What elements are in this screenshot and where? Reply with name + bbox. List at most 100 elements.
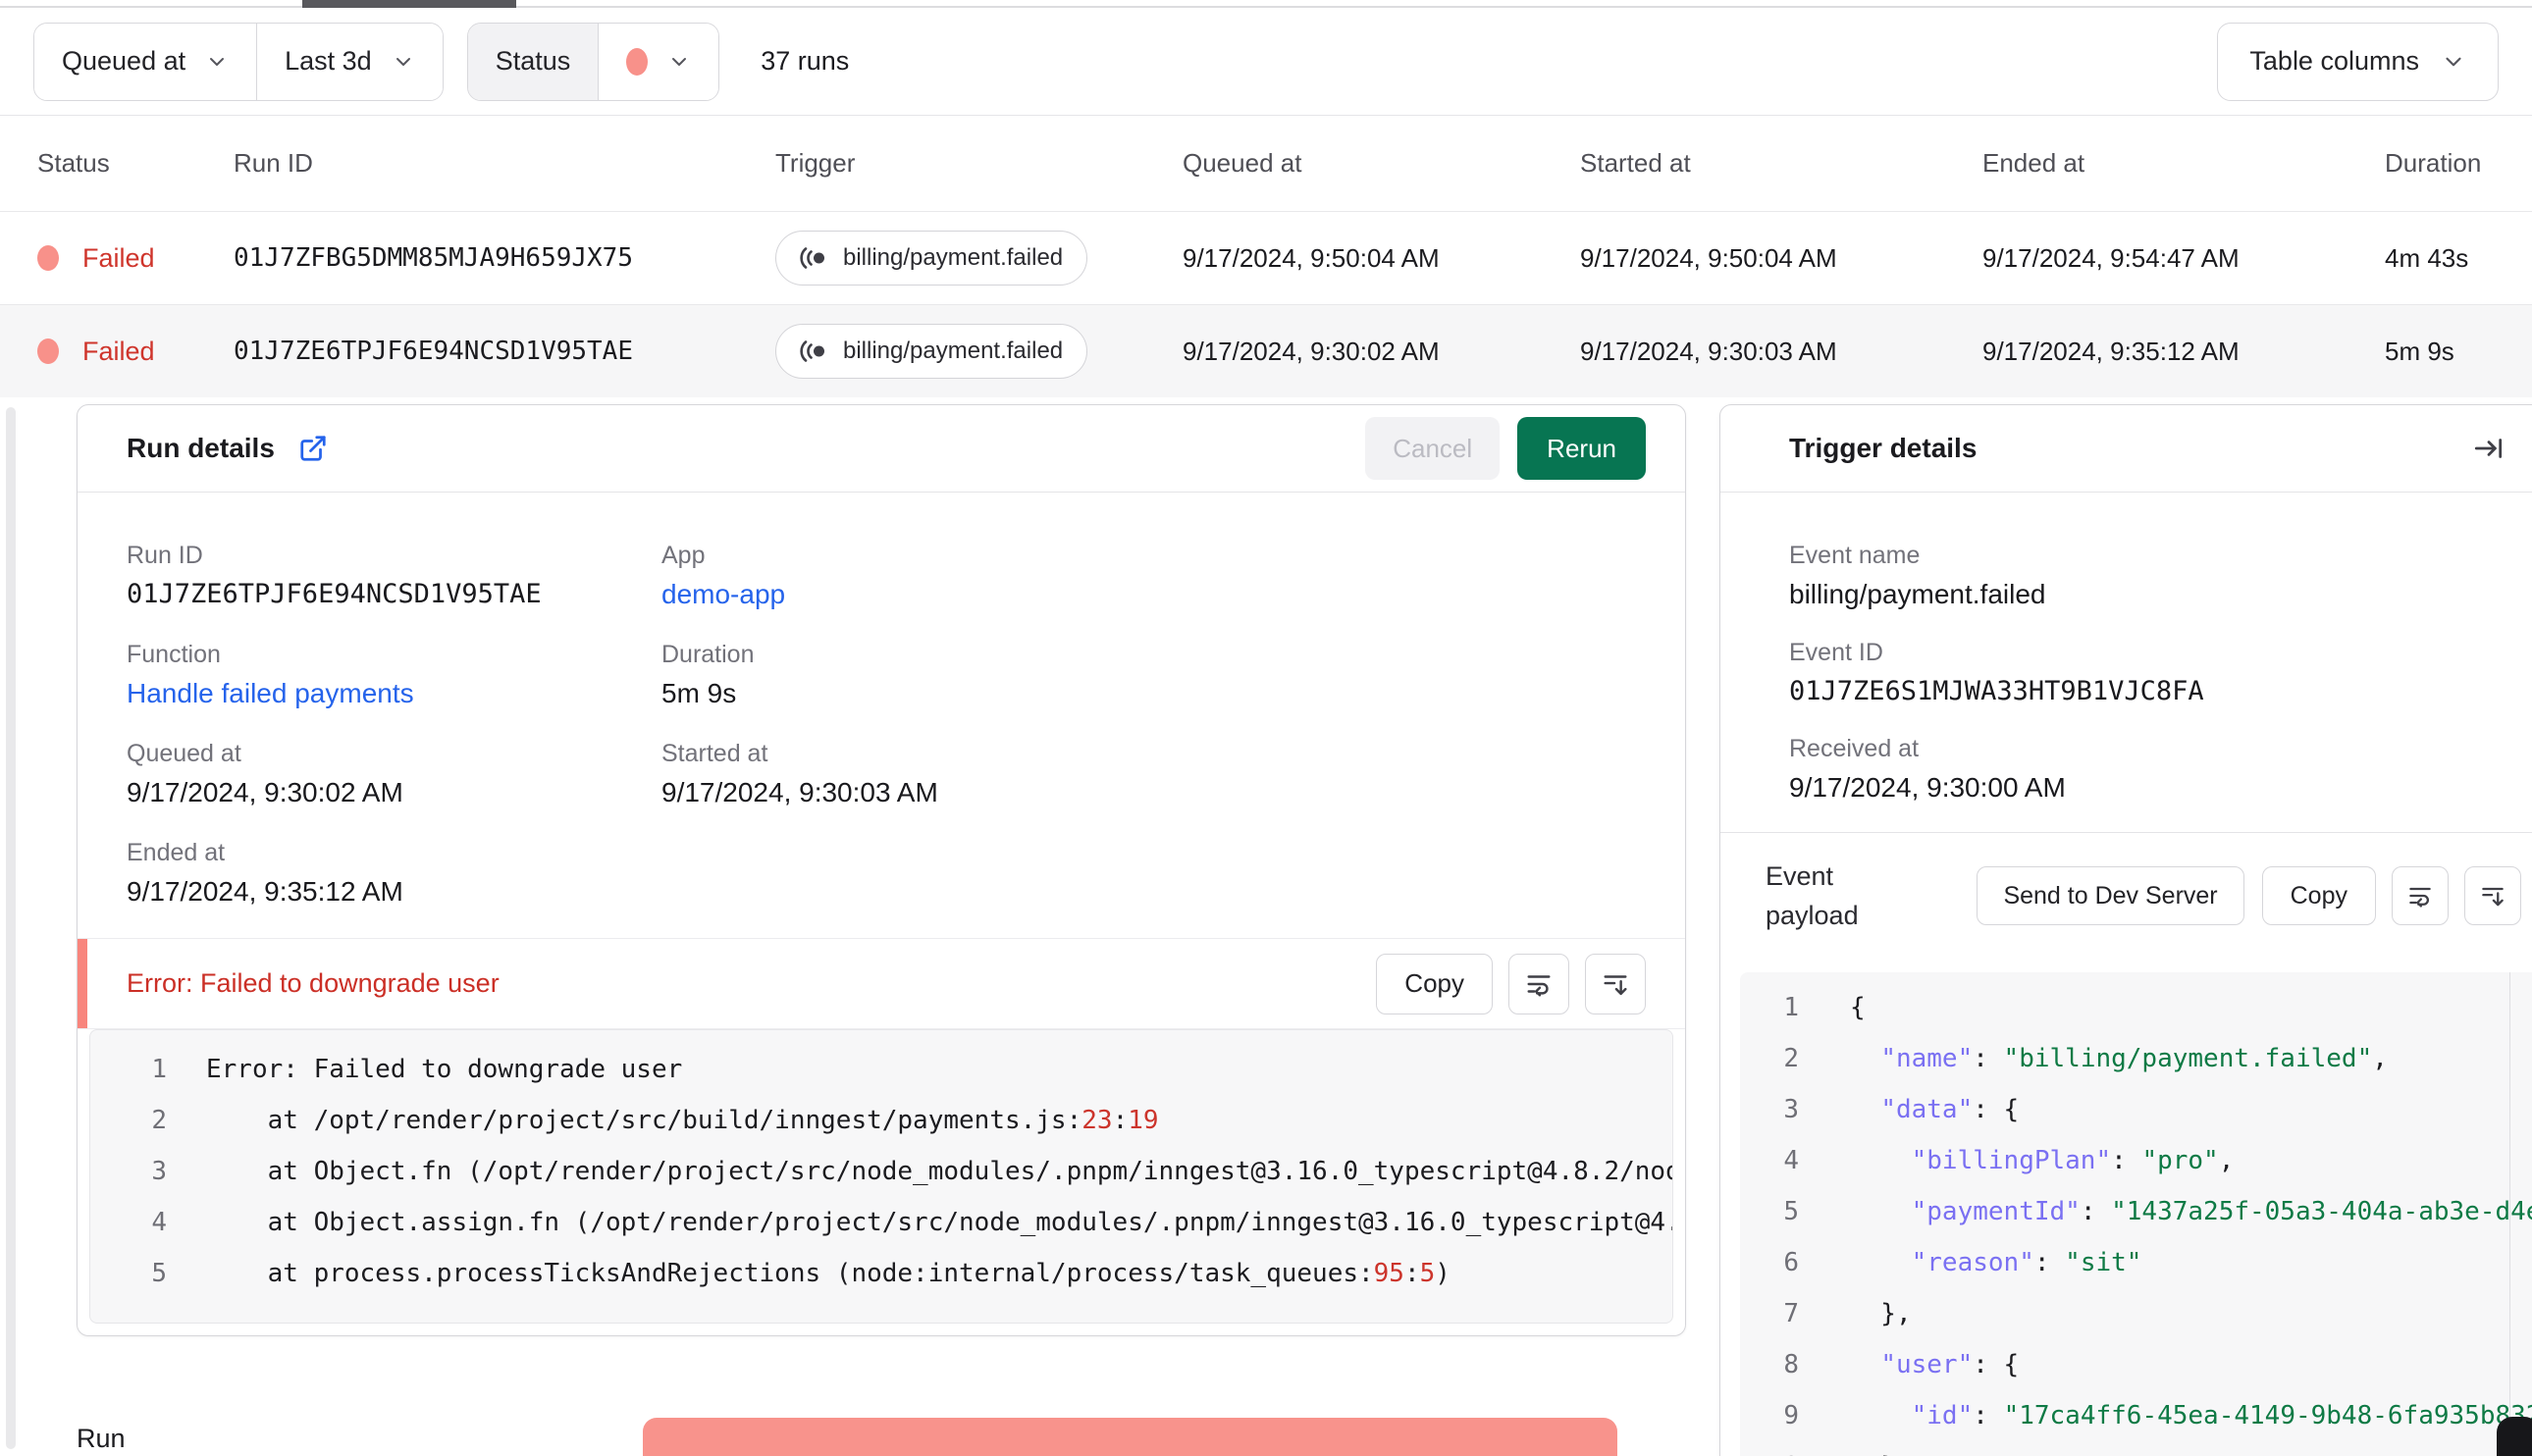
column-header-run-id: Run ID <box>234 148 313 178</box>
scroll-to-bottom-button[interactable] <box>1585 953 1646 1014</box>
started-at-cell: 9/17/2024, 9:30:03 AM <box>1580 336 1837 366</box>
duration-value: 5m 9s <box>661 678 737 708</box>
line-text: at process.processTicksAndRejections (no… <box>206 1259 1451 1288</box>
started-at-field: Started at 9/17/2024, 9:30:03 AM <box>661 740 1636 808</box>
open-run-external-link-icon[interactable] <box>298 434 328 463</box>
line-number: 2 <box>1783 1044 1799 1073</box>
send-to-dev-server-button[interactable]: Send to Dev Server <box>1977 866 2244 925</box>
code-line: 9 "id": "17ca4ff6-45ea-4149-9b48-6fa935b… <box>1740 1390 2532 1441</box>
table-header-row: Status Run ID Trigger Queued at Started … <box>0 116 2532 211</box>
trigger-details-fields: Event name billing/payment.failed Event … <box>1720 493 2532 804</box>
collapse-panel-button[interactable] <box>2472 432 2506 465</box>
queued-at-filter-button[interactable]: Queued at <box>34 23 257 100</box>
drawer-scrollbar[interactable] <box>6 407 16 1449</box>
ended-at-cell: 9/17/2024, 9:54:47 AM <box>1982 242 2240 273</box>
line-text: at Object.fn (/opt/render/project/src/no… <box>206 1157 1673 1186</box>
line-text: "billingPlan": "pro", <box>1911 1146 2235 1175</box>
copy-payload-button[interactable]: Copy <box>2261 866 2376 925</box>
line-number: 7 <box>1783 1299 1799 1328</box>
runs-count: 37 runs <box>761 46 850 76</box>
event-name-field: Event name billing/payment.failed <box>1789 542 2480 610</box>
run-details-fields: Run ID 01J7ZE6TPJF6E94NCSD1V95TAE App de… <box>78 493 1685 908</box>
collapse-right-icon <box>2474 439 2503 458</box>
scroll-to-bottom-icon <box>2482 887 2504 907</box>
status-filter-value-button[interactable] <box>598 23 719 100</box>
line-number: 1 <box>151 1055 167 1084</box>
line-text: at /opt/render/project/src/build/inngest… <box>206 1106 1159 1135</box>
time-filter-group: Queued at Last 3d <box>33 22 444 101</box>
run-status: Failed <box>82 336 155 366</box>
received-at-field: Received at 9/17/2024, 9:30:00 AM <box>1789 735 2480 804</box>
line-number: 3 <box>1783 1095 1799 1124</box>
trigger-event-name: billing/payment.failed <box>843 338 1064 364</box>
time-range-filter-button[interactable]: Last 3d <box>256 23 443 100</box>
line-number: 3 <box>151 1157 167 1186</box>
ended-at-cell: 9/17/2024, 9:35:12 AM <box>1982 336 2240 366</box>
event-id-label: Event ID <box>1789 639 1883 666</box>
event-id-value: 01J7ZE6S1MJWA33HT9B1VJC8FA <box>1789 676 2204 706</box>
status-filter-label: Status <box>467 23 599 100</box>
app-link[interactable]: demo-app <box>661 579 1636 610</box>
line-text: "paymentId": "1437a25f-05a3-404a-ab3e-d4… <box>1911 1197 2532 1226</box>
failed-status-dot <box>626 47 649 76</box>
line-number: 8 <box>1783 1350 1799 1379</box>
code-line: 2 at /opt/render/project/src/build/innge… <box>90 1095 1672 1146</box>
table-row-selected[interactable]: Failed 01J7ZE6TPJF6E94NCSD1V95TAE billin… <box>0 304 2532 397</box>
function-label: Function <box>127 641 221 668</box>
app-label: App <box>661 542 706 569</box>
code-line: 5 "paymentId": "1437a25f-05a3-404a-ab3e-… <box>1740 1186 2532 1237</box>
timeline-run-bar[interactable] <box>643 1418 1617 1456</box>
app-field: App demo-app <box>661 542 1636 610</box>
table-columns-button[interactable]: Table columns <box>2217 22 2499 101</box>
received-at-value: 9/17/2024, 9:30:00 AM <box>1789 772 2066 803</box>
code-line: 4 at Object.assign.fn (/opt/render/proje… <box>90 1197 1672 1248</box>
event-name-label: Event name <box>1789 542 1921 569</box>
trigger-event-badge[interactable]: billing/payment.failed <box>775 231 1088 286</box>
top-strip <box>0 0 2532 8</box>
line-number: 5 <box>151 1259 167 1288</box>
run-status: Failed <box>82 242 155 273</box>
time-range-filter-label: Last 3d <box>285 46 372 76</box>
wrap-text-button[interactable] <box>1508 953 1569 1014</box>
started-at-label: Started at <box>661 740 768 767</box>
queued-at-field: Queued at 9/17/2024, 9:30:02 AM <box>127 740 661 808</box>
run-id-field: Run ID 01J7ZE6TPJF6E94NCSD1V95TAE <box>127 542 661 610</box>
failed-status-dot <box>37 245 59 271</box>
started-at-value: 9/17/2024, 9:30:03 AM <box>661 777 938 807</box>
function-link[interactable]: Handle failed payments <box>127 678 661 709</box>
event-payload-header: Event payload Send to Dev Server Copy <box>1720 833 2532 935</box>
line-text: "data": { <box>1880 1095 2020 1124</box>
chevron-down-icon <box>210 57 225 66</box>
line-number: 2 <box>151 1106 167 1135</box>
duration-cell: 4m 43s <box>2385 242 2469 273</box>
line-number: 6 <box>1783 1248 1799 1277</box>
status-filter-group: Status <box>466 22 720 101</box>
cancel-button[interactable]: Cancel <box>1365 417 1501 480</box>
event-payload-code[interactable]: 1{2 "name": "billing/payment.failed", 3 "… <box>1740 972 2532 1456</box>
line-text: } <box>1799 1452 1896 1456</box>
column-header-ended-at: Ended at <box>1982 148 2085 178</box>
wrap-text-button[interactable] <box>2392 866 2449 925</box>
rerun-button[interactable]: Rerun <box>1517 417 1646 480</box>
run-id-cell: 01J7ZE6TPJF6E94NCSD1V95TAE <box>234 337 633 366</box>
trigger-event-badge[interactable]: billing/payment.failed <box>775 324 1088 379</box>
code-line: 3 at Object.fn (/opt/render/project/src/… <box>90 1146 1672 1197</box>
line-number: 9 <box>1783 1401 1799 1430</box>
column-header-trigger: Trigger <box>775 148 856 178</box>
line-number: 4 <box>1783 1146 1799 1175</box>
function-runs-page: Queued at Last 3d Status 37 runs Table c… <box>0 0 2532 1456</box>
copy-error-button[interactable]: Copy <box>1376 953 1493 1014</box>
runs-table: Status Run ID Trigger Queued at Started … <box>0 116 2532 397</box>
filter-toolbar: Queued at Last 3d Status 37 runs Table c… <box>0 8 2532 116</box>
event-icon <box>800 247 824 269</box>
table-row[interactable]: Failed 01J7ZFBG5DMM85MJA9H659JX75 billin… <box>0 211 2532 304</box>
line-number: 5 <box>1783 1197 1799 1226</box>
error-stack-trace[interactable]: 1 Error: Failed to downgrade user 2 at /op… <box>89 1029 1673 1324</box>
scroll-to-bottom-button[interactable] <box>2464 866 2521 925</box>
line-text: Error: Failed to downgrade user <box>206 1055 683 1084</box>
ended-at-label: Ended at <box>127 839 226 866</box>
code-line: 6 "reason": "sit" <box>1740 1237 2532 1288</box>
run-details-drawer: Run details Cancel Rerun Run ID 01J7ZE6T… <box>0 397 2532 1456</box>
line-number: 10 <box>1740 1452 1799 1456</box>
ended-at-value: 9/17/2024, 9:35:12 AM <box>127 876 403 907</box>
